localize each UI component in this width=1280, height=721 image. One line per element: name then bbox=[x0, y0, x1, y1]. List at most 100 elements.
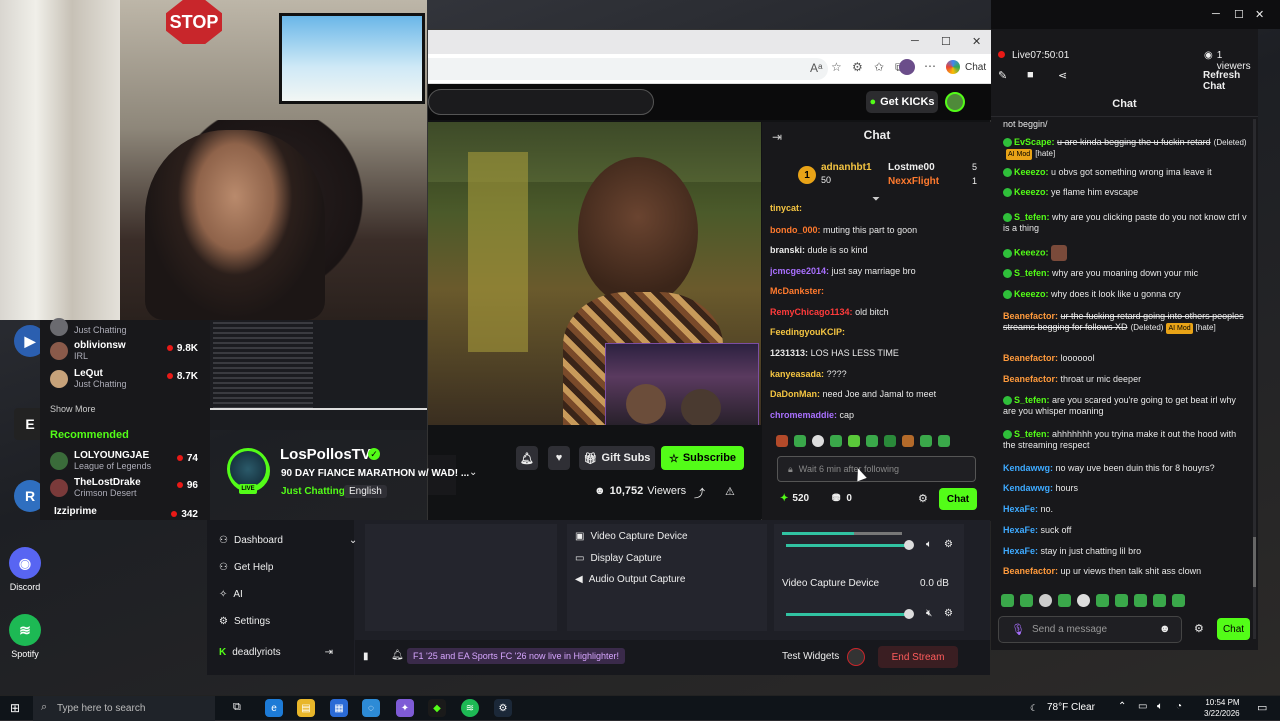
chat-username[interactable]: 1231313: bbox=[770, 348, 808, 358]
sidebar-item[interactable]: LeQut Just Chatting 8.7K bbox=[48, 368, 208, 390]
profile-avatar[interactable] bbox=[899, 59, 915, 75]
chat-username[interactable]: HexaFe: bbox=[1003, 504, 1038, 514]
chat-username[interactable]: S_tefen: bbox=[1014, 212, 1050, 222]
emote-icon[interactable] bbox=[830, 435, 842, 447]
test-widgets-button[interactable]: Test Widgets bbox=[782, 651, 839, 662]
weather-text[interactable]: 78°F Clear bbox=[1047, 702, 1095, 713]
emote-icon[interactable] bbox=[1153, 594, 1166, 607]
chat-username[interactable]: Beanefactor: bbox=[1003, 311, 1058, 321]
chat-username[interactable]: branski: bbox=[770, 245, 805, 255]
chat-username[interactable]: Keeezo: bbox=[1014, 167, 1049, 177]
leaderboard-name[interactable]: adnanhbt1 bbox=[821, 162, 872, 173]
emote-icon[interactable] bbox=[1039, 594, 1052, 607]
emote-icon[interactable] bbox=[866, 435, 878, 447]
source-item[interactable]: ▭ Display Capture bbox=[575, 553, 662, 564]
chat-username[interactable]: Beanefactor: bbox=[1003, 374, 1058, 384]
emote-icon[interactable] bbox=[938, 435, 950, 447]
chat-username[interactable]: Beanefactor: bbox=[1003, 353, 1058, 363]
copilot-icon[interactable]: ✦ bbox=[396, 699, 414, 717]
volume-slider-thumb[interactable] bbox=[904, 609, 914, 619]
sidebar-item[interactable]: Izziprime 342 bbox=[48, 506, 208, 520]
emote-icon[interactable] bbox=[920, 435, 932, 447]
nav-dashboard[interactable]: ⚇ Dashboard ⌄ bbox=[219, 535, 357, 546]
emote-icon[interactable] bbox=[884, 435, 896, 447]
sidebar-item[interactable]: Just Chatting bbox=[48, 318, 208, 342]
nav-get-help[interactable]: ⚇ Get Help bbox=[219, 562, 273, 573]
highlighter-banner[interactable]: F1 '25 and EA Sports FC '26 now live in … bbox=[407, 648, 626, 664]
chat-username[interactable]: S_tefen: bbox=[1014, 395, 1050, 405]
chat-username[interactable]: EvScape: bbox=[1014, 137, 1055, 147]
chat-username[interactable]: Keeezo: bbox=[1014, 289, 1049, 299]
star-icon[interactable]: ☆ bbox=[831, 60, 842, 74]
stats-icon[interactable]: ▮ bbox=[363, 651, 369, 662]
minimize-icon[interactable]: ─ bbox=[1212, 8, 1220, 20]
scrollbar-thumb[interactable] bbox=[1253, 537, 1256, 587]
chat-username[interactable]: jcmcgee2014: bbox=[770, 266, 829, 276]
steam-icon[interactable]: ⚙ bbox=[494, 699, 512, 717]
chat-scrollbar[interactable] bbox=[1253, 119, 1256, 639]
gift-counter[interactable]: ⛃ 0 bbox=[832, 493, 852, 504]
file-explorer-icon[interactable]: ▤ bbox=[297, 699, 315, 717]
chat-username[interactable]: Beanefactor: bbox=[1003, 566, 1058, 576]
chat-username[interactable]: kanyeasada: bbox=[770, 369, 824, 379]
windows-start-icon[interactable]: ⊞ bbox=[10, 701, 20, 715]
nav-user[interactable]: Kdeadlyriots ⇥ bbox=[219, 647, 333, 658]
mixer-gear-icon[interactable]: ⚙ bbox=[944, 608, 953, 619]
video-player[interactable] bbox=[428, 122, 761, 425]
clock[interactable]: 10:54 PM 3/22/2026 bbox=[1204, 697, 1240, 719]
channel-avatar[interactable]: LIVE bbox=[227, 448, 269, 494]
extensions-icon[interactable]: ⚙ bbox=[852, 60, 863, 74]
chat-username[interactable]: HexaFe: bbox=[1003, 525, 1038, 535]
chat-username[interactable]: bondo_000: bbox=[770, 225, 821, 235]
emote-icon[interactable] bbox=[902, 435, 914, 447]
notifications-icon[interactable]: ▭ bbox=[1257, 701, 1267, 714]
share-icon[interactable]: ⤴ bbox=[694, 485, 705, 501]
user-avatar[interactable] bbox=[945, 92, 965, 112]
chat-username[interactable]: DaDonMan: bbox=[770, 389, 820, 399]
emote-icon[interactable] bbox=[794, 435, 806, 447]
more-icon[interactable]: ⋯ bbox=[924, 59, 936, 73]
store-icon[interactable]: ▦ bbox=[330, 699, 348, 717]
muted-icon[interactable]: 🔇︎ bbox=[926, 608, 932, 619]
refresh-chat-button[interactable]: Refresh Chat bbox=[1203, 70, 1258, 92]
emoji-icon[interactable]: ☻ bbox=[1159, 623, 1171, 635]
chat-settings-icon[interactable]: ⚙ bbox=[918, 492, 928, 505]
chat-username[interactable]: chromemaddie: bbox=[770, 410, 837, 420]
language-tag[interactable]: English bbox=[344, 485, 387, 498]
volume-slider[interactable] bbox=[786, 544, 910, 547]
streamlabs-icon[interactable]: ◆ bbox=[428, 699, 446, 717]
emote-icon[interactable] bbox=[1134, 594, 1147, 607]
sidebar-item[interactable]: LOLYOUNGJAE League of Legends 74 bbox=[48, 450, 208, 472]
emote-icon[interactable] bbox=[1115, 594, 1128, 607]
kick-search-input[interactable] bbox=[428, 89, 654, 115]
leaderboard-name[interactable]: NexxFlight bbox=[888, 176, 939, 187]
emote-icon[interactable] bbox=[776, 435, 788, 447]
nav-ai[interactable]: ✧ AI bbox=[219, 589, 243, 600]
mute-icon[interactable]: 🔈︎ bbox=[926, 539, 932, 550]
chat-username[interactable]: Keeezo: bbox=[1014, 247, 1049, 257]
chat-username[interactable]: FeedingyouKCIP: bbox=[770, 327, 845, 337]
source-item[interactable]: ▣ Video Capture Device bbox=[575, 531, 688, 542]
chat-username[interactable]: HexaFe: bbox=[1003, 546, 1038, 556]
copilot-chat-label[interactable]: Chat bbox=[965, 62, 986, 73]
url-field[interactable] bbox=[428, 58, 828, 80]
emote-icon[interactable] bbox=[848, 435, 860, 447]
emote-icon[interactable] bbox=[1096, 594, 1109, 607]
gift-subs-button[interactable]: 🎁︎ Gift Subs bbox=[579, 446, 655, 470]
title-expand-icon[interactable]: ⌄ bbox=[469, 467, 477, 478]
emote-icon[interactable] bbox=[1077, 594, 1090, 607]
close-icon[interactable]: ✕ bbox=[1255, 8, 1264, 21]
tray-chevron-icon[interactable]: ⌃ bbox=[1118, 701, 1126, 712]
edge-icon[interactable]: e bbox=[265, 699, 283, 717]
video-icon[interactable]: ■ bbox=[1027, 69, 1034, 81]
sidebar-item[interactable]: TheLostDrake Crimson Desert 96 bbox=[48, 477, 208, 499]
sidebar-item[interactable]: oblivionsw IRL 9.8K bbox=[48, 340, 208, 362]
subscribe-button[interactable]: ☆ Subscribe bbox=[661, 446, 744, 470]
chat-username[interactable]: S_tefen: bbox=[1014, 429, 1050, 439]
chat-input[interactable]: 🔒︎ Wait 6 min after following bbox=[777, 456, 976, 482]
maximize-icon[interactable]: ☐ bbox=[1234, 8, 1244, 21]
category-link[interactable]: Just Chatting bbox=[281, 486, 345, 497]
end-stream-button[interactable]: End Stream bbox=[878, 646, 958, 668]
leaderboard-name[interactable]: Lostme00 bbox=[888, 162, 935, 173]
chat-username[interactable]: Kendawwg: bbox=[1003, 463, 1053, 473]
